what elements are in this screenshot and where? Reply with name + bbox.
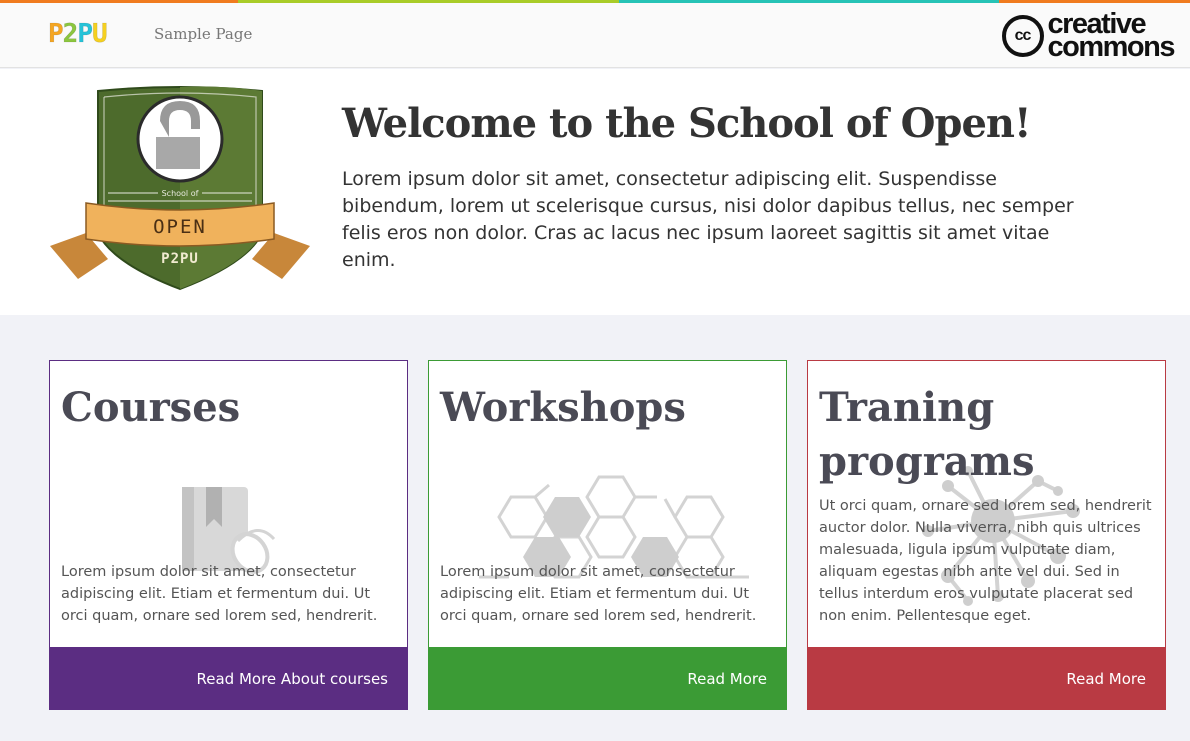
cc-word-commons: commons (1047, 31, 1176, 63)
card-body: Lorem ipsum dolor sit amet, consectetur … (61, 564, 378, 624)
p2pu-logo[interactable]: P2PU (48, 19, 108, 50)
badge-p2pu-text: P2PU (161, 251, 199, 267)
logo-letter: P (77, 19, 93, 50)
read-more-courses-link[interactable]: Read More About courses (197, 670, 388, 688)
logo-letter: U (91, 19, 108, 50)
read-more-training-link[interactable]: Read More (1066, 670, 1146, 688)
logo-letter: P (48, 19, 64, 50)
card-footer: Read More (429, 647, 786, 709)
card-title: Workshops (440, 384, 686, 431)
navbar: P2PU Sample Page cc creative commons (0, 3, 1190, 68)
card-footer: Read More About courses (50, 647, 407, 709)
card-courses: Courses Lorem ipsum dolor sit amet, cons… (49, 360, 408, 710)
book-spine (182, 487, 194, 571)
open-padlock-icon (156, 137, 200, 169)
school-of-open-badge: School of OPEN P2PU (50, 86, 310, 291)
card-body: Ut orci quam, ornare sed lorem sed, hend… (819, 498, 1152, 624)
badge-school-of-text: School of (162, 189, 199, 198)
cc-circle-icon: cc (1001, 15, 1044, 57)
badge-open-text: OPEN (153, 216, 207, 238)
creative-commons-logo[interactable]: cc creative commons (1001, 10, 1176, 63)
hero-section: School of OPEN P2PU Welcome to the Schoo… (0, 69, 1190, 315)
cc-wordmark: creative commons (1047, 10, 1176, 63)
logo-letter: 2 (62, 19, 78, 50)
card-training-programs: Traning programs Ut orci quam, ornare se… (807, 360, 1166, 710)
card-workshops: Workshops Lorem ipsum dolor sit amet, co… (428, 360, 787, 710)
page-title: Welcome to the School of Open! (342, 100, 1032, 147)
nav-link-sample-page[interactable]: Sample Page (154, 25, 252, 43)
read-more-workshops-link[interactable]: Read More (687, 670, 767, 688)
card-body: Lorem ipsum dolor sit amet, consectetur … (440, 564, 757, 624)
card-title: Traning programs (819, 384, 1035, 485)
card-title: Courses (61, 384, 241, 431)
hero-description: Lorem ipsum dolor sit amet, consectetur … (342, 168, 1074, 271)
card-footer: Read More (808, 647, 1165, 709)
